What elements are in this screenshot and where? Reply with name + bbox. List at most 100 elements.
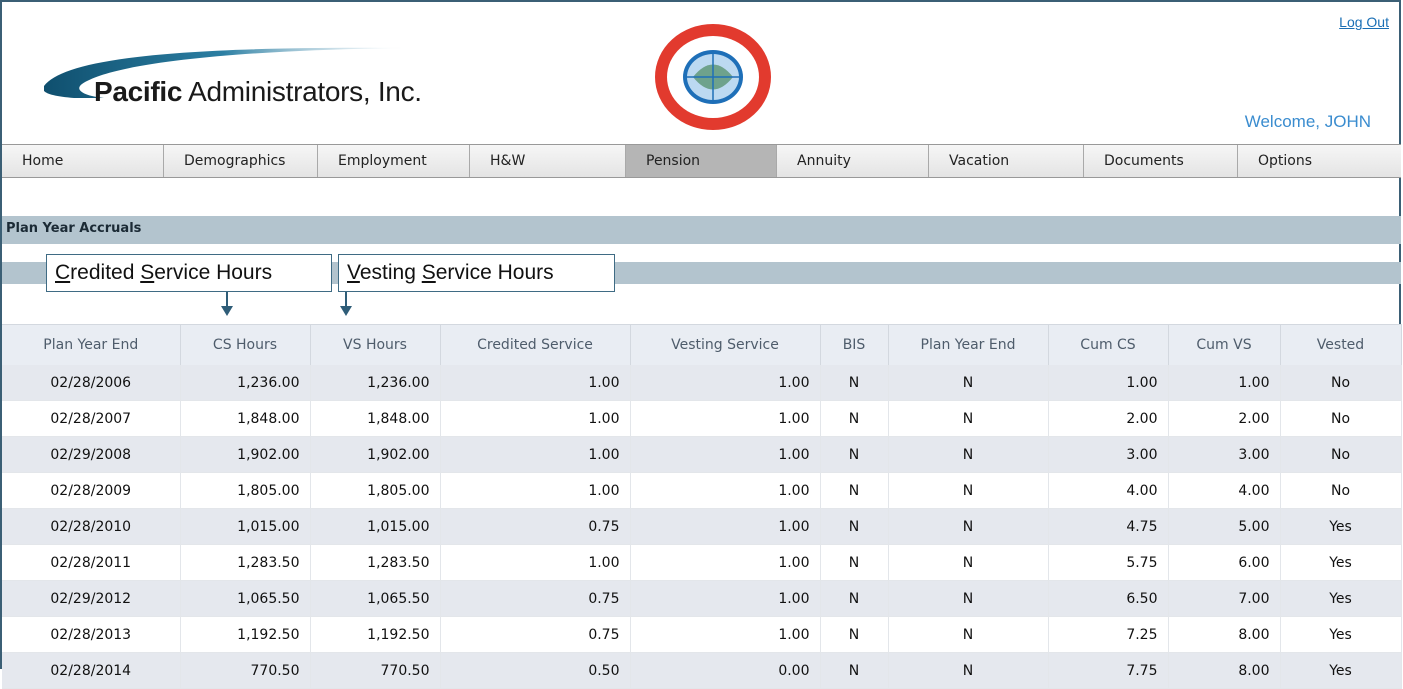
nav-home[interactable]: Home xyxy=(2,145,164,177)
cell-bis: N xyxy=(820,472,889,509)
col-header-bis[interactable]: BIS xyxy=(820,324,889,365)
nav-vacation[interactable]: Vacation xyxy=(929,145,1084,177)
col-header-vesting-service[interactable]: Vesting Service xyxy=(630,324,821,365)
cell-vested: No xyxy=(1280,400,1402,437)
table-row: 02/28/2014 770.50 770.50 0.50 0.00 N N 7.75 8.00… xyxy=(2,652,1402,689)
col-header-cs-hours[interactable]: CS Hours xyxy=(180,324,311,365)
nav-options[interactable]: Options xyxy=(1238,145,1401,177)
cell-plan-year-end: 02/28/2014 xyxy=(2,652,181,689)
nav-pension[interactable]: Pension xyxy=(626,145,777,177)
cell-vs-hours: 1,236.00 xyxy=(310,365,441,401)
cell-vs-hours: 1,805.00 xyxy=(310,472,441,509)
cell-vs-hours: 770.50 xyxy=(310,652,441,689)
cell-credited-service: 0.75 xyxy=(440,508,631,545)
cell-plan-year-end-2: N xyxy=(888,508,1049,545)
table-row: 02/29/2012 1,065.50 1,065.50 0.75 1.00 N N 6.50… xyxy=(2,580,1402,617)
cell-cs-hours: 1,015.00 xyxy=(180,508,311,545)
cell-credited-service: 1.00 xyxy=(440,400,631,437)
plan-year-accruals-table-wrap: Plan Year End CS Hours VS Hours Credited… xyxy=(2,324,1402,689)
cell-plan-year-end: 02/28/2006 xyxy=(2,365,181,401)
cell-bis: N xyxy=(820,544,889,581)
cell-plan-year-end: 02/28/2007 xyxy=(2,400,181,437)
cell-vested: Yes xyxy=(1280,544,1402,581)
cell-cum-cs: 6.50 xyxy=(1048,580,1169,617)
cell-vs-hours: 1,902.00 xyxy=(310,436,441,473)
vs-arrow-icon xyxy=(340,306,352,316)
cell-credited-service: 1.00 xyxy=(440,436,631,473)
cell-cum-cs: 7.25 xyxy=(1048,616,1169,653)
cell-plan-year-end-2: N xyxy=(888,365,1049,401)
cell-bis: N xyxy=(820,365,889,401)
cell-cs-hours: 770.50 xyxy=(180,652,311,689)
cell-bis: N xyxy=(820,580,889,617)
cell-vested: No xyxy=(1280,472,1402,509)
cell-vesting-service: 1.00 xyxy=(630,400,821,437)
col-header-plan-year-end[interactable]: Plan Year End xyxy=(2,324,181,365)
cell-cum-vs: 8.00 xyxy=(1168,616,1281,653)
cell-plan-year-end: 02/28/2011 xyxy=(2,544,181,581)
cell-cum-vs: 3.00 xyxy=(1168,436,1281,473)
credited-service-hours-callout: Credited Service Hours xyxy=(46,254,332,292)
cell-vesting-service: 0.00 xyxy=(630,652,821,689)
cell-cum-cs: 5.75 xyxy=(1048,544,1169,581)
cell-credited-service: 0.75 xyxy=(440,616,631,653)
cell-cs-hours: 1,283.50 xyxy=(180,544,311,581)
cell-vesting-service: 1.00 xyxy=(630,580,821,617)
col-header-credited-service[interactable]: Credited Service xyxy=(440,324,631,365)
cs-arrow-icon xyxy=(221,306,233,316)
col-header-cum-cs[interactable]: Cum CS xyxy=(1048,324,1169,365)
nav-annuity[interactable]: Annuity xyxy=(777,145,929,177)
cell-cum-vs: 1.00 xyxy=(1168,365,1281,401)
cell-vested: Yes xyxy=(1280,580,1402,617)
cell-credited-service: 1.00 xyxy=(440,365,631,401)
cell-bis: N xyxy=(820,436,889,473)
cell-vs-hours: 1,848.00 xyxy=(310,400,441,437)
col-header-cum-vs[interactable]: Cum VS xyxy=(1168,324,1281,365)
table-header-row: Plan Year End CS Hours VS Hours Credited… xyxy=(2,324,1402,365)
col-header-plan-year-end-2[interactable]: Plan Year End xyxy=(888,324,1049,365)
cell-plan-year-end-2: N xyxy=(888,580,1049,617)
col-header-vested[interactable]: Vested xyxy=(1280,324,1402,365)
cell-cum-cs: 2.00 xyxy=(1048,400,1169,437)
logout-link[interactable]: Log Out xyxy=(1339,14,1389,30)
cell-bis: N xyxy=(820,508,889,545)
col-header-vs-hours[interactable]: VS Hours xyxy=(310,324,441,365)
page-header: Pacific Administrators, Inc. Log Out Wel… xyxy=(2,2,1401,144)
cell-cum-vs: 5.00 xyxy=(1168,508,1281,545)
company-logo: Pacific Administrators, Inc. xyxy=(44,40,484,110)
cell-plan-year-end: 02/28/2013 xyxy=(2,616,181,653)
cell-vesting-service: 1.00 xyxy=(630,365,821,401)
cell-cum-cs: 7.75 xyxy=(1048,652,1169,689)
cell-plan-year-end: 02/29/2008 xyxy=(2,436,181,473)
cell-vesting-service: 1.00 xyxy=(630,544,821,581)
cell-vesting-service: 1.00 xyxy=(630,508,821,545)
vesting-service-hours-callout: Vesting Service Hours xyxy=(338,254,615,292)
cell-cum-cs: 4.75 xyxy=(1048,508,1169,545)
cell-cum-cs: 4.00 xyxy=(1048,472,1169,509)
nav-hw[interactable]: H&W xyxy=(470,145,626,177)
cell-credited-service: 0.50 xyxy=(440,652,631,689)
cell-bis: N xyxy=(820,652,889,689)
cell-cs-hours: 1,805.00 xyxy=(180,472,311,509)
company-name: Pacific Administrators, Inc. xyxy=(94,76,422,107)
table-row: 02/28/2010 1,015.00 1,015.00 0.75 1.00 N N 4.75… xyxy=(2,508,1402,545)
table-row: 02/28/2013 1,192.50 1,192.50 0.75 1.00 N N 7.25… xyxy=(2,616,1402,653)
nav-documents[interactable]: Documents xyxy=(1084,145,1238,177)
cell-bis: N xyxy=(820,616,889,653)
welcome-message: Welcome, JOHN xyxy=(1244,112,1371,131)
cell-cum-vs: 4.00 xyxy=(1168,472,1281,509)
cell-plan-year-end-2: N xyxy=(888,652,1049,689)
table-row: 02/28/2006 1,236.00 1,236.00 1.00 1.00 N N 1.00… xyxy=(2,365,1402,401)
cell-vesting-service: 1.00 xyxy=(630,436,821,473)
cell-cs-hours: 1,236.00 xyxy=(180,365,311,401)
cell-credited-service: 1.00 xyxy=(440,544,631,581)
cell-cum-cs: 1.00 xyxy=(1048,365,1169,401)
cell-plan-year-end-2: N xyxy=(888,436,1049,473)
nav-demographics[interactable]: Demographics xyxy=(164,145,318,177)
nav-employment[interactable]: Employment xyxy=(318,145,470,177)
section-header-bar: Plan Year Accruals xyxy=(2,216,1401,244)
plan-year-accruals-table: Plan Year End CS Hours VS Hours Credited… xyxy=(2,324,1402,689)
cell-plan-year-end: 02/28/2009 xyxy=(2,472,181,509)
cell-vs-hours: 1,283.50 xyxy=(310,544,441,581)
cell-plan-year-end: 02/28/2010 xyxy=(2,508,181,545)
